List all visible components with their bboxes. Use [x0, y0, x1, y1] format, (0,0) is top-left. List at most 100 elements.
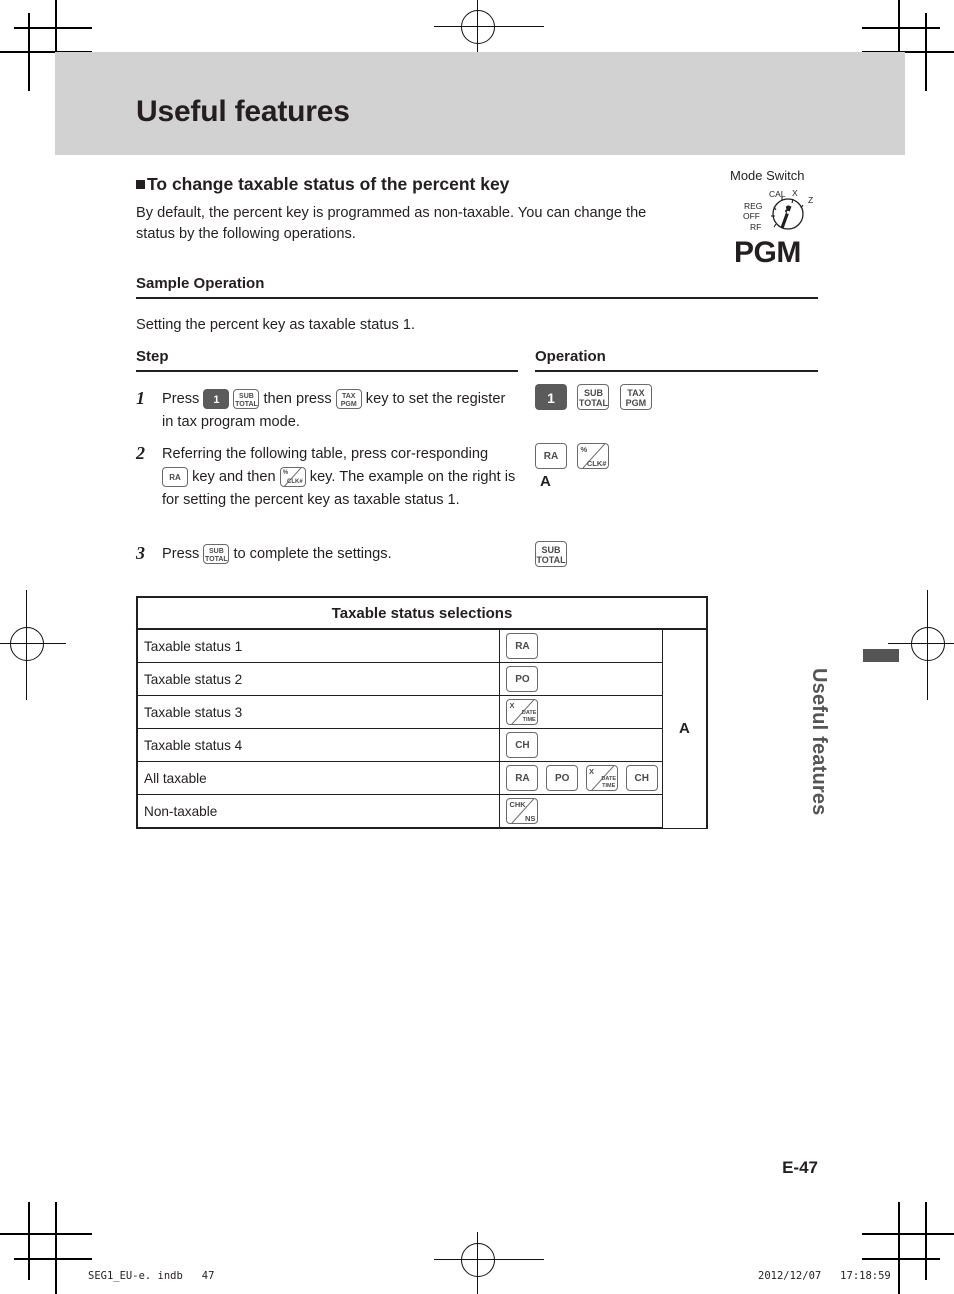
crop-mark-line: [55, 1202, 57, 1294]
crop-mark-line: [0, 1233, 92, 1235]
key-subtotal: SUB TOTAL: [535, 541, 567, 567]
crop-mark-line: [14, 1258, 92, 1260]
table-row: Taxable status 3 X DATE TIME: [136, 695, 707, 729]
row-label: Taxable status 3: [136, 695, 501, 729]
mode-position-cal: CAL: [769, 189, 786, 199]
step-text-part: then press: [263, 391, 332, 407]
registration-mark: [461, 1243, 495, 1277]
mode-switch-selected: PGM: [734, 236, 801, 269]
key-ch: CH: [625, 765, 658, 791]
bullet-square-icon: [136, 180, 145, 189]
step-text: Referring the following table, press cor…: [162, 443, 516, 512]
taxable-status-table: Taxable status selections Taxable status…: [136, 596, 708, 829]
key-po: PO: [546, 765, 579, 791]
key-ra: RA: [506, 765, 539, 791]
key-subtotal: SUB TOTAL: [577, 384, 610, 410]
divider: [535, 370, 818, 372]
crop-mark-line: [925, 1202, 927, 1280]
key-one: 1: [535, 384, 567, 410]
row-label: All taxable: [136, 761, 501, 795]
row-keys: PO: [499, 662, 663, 696]
step-text: Press 1 SUB TOTAL then press TAX PGM key t…: [162, 388, 516, 434]
mode-switch-diagram: Mode Switch CAL X Z REG OFF RF PGM: [712, 168, 848, 274]
row-label: Taxable status 1: [136, 628, 501, 663]
key-ra: RA: [506, 633, 539, 659]
key-tax-pgm: TAX PGM: [335, 389, 362, 410]
side-tab-label: Useful features: [808, 668, 830, 816]
crop-mark-line: [862, 27, 940, 29]
page-title: Useful features: [136, 95, 350, 128]
mode-position-z: Z: [808, 195, 814, 205]
crop-mark-line: [14, 27, 92, 29]
key-ch: CH: [506, 732, 539, 758]
table-header-cell: Taxable status selections: [136, 596, 708, 630]
row-keys: RA: [499, 628, 663, 663]
section-body-text: By default, the percent key is programme…: [136, 205, 647, 242]
row-keys: CH: [499, 728, 663, 762]
crop-mark-line: [898, 1202, 900, 1294]
column-header-operation: Operation: [535, 348, 606, 365]
crop-mark-line: [925, 13, 927, 91]
table-row: Taxable status 1 RA A: [136, 628, 708, 829]
sample-intro-text: Setting the percent key as taxable statu…: [136, 317, 416, 333]
table-header-row: Taxable status selections: [136, 596, 708, 630]
footer-file-info: SEG1_EU-e. indb 47: [88, 1270, 215, 1282]
crop-mark-line: [28, 1202, 30, 1280]
row-keys: RA PO X DATE TIME CH: [499, 761, 663, 795]
operation-step-3: SUB TOTAL: [535, 541, 567, 567]
registration-mark: [10, 627, 44, 661]
column-header-step: Step: [136, 348, 169, 365]
mode-position-reg: REG: [744, 201, 763, 211]
row-label: Taxable status 4: [136, 728, 501, 762]
key-subtotal: SUB TOTAL: [203, 544, 230, 565]
mode-position-x: X: [792, 188, 798, 198]
crop-mark-line: [862, 1258, 940, 1260]
key-percent-clk: % CLK#: [577, 443, 610, 469]
mode-position-rf: RF: [750, 222, 762, 232]
row-keys: CHK NS: [499, 794, 663, 829]
step-text-part: Press: [162, 391, 200, 407]
step-text-part: key and then: [192, 469, 276, 485]
page-number: E-47: [782, 1158, 818, 1177]
key-chk-ns: CHK NS: [506, 798, 539, 824]
key-x-date-time: X DATE TIME: [586, 765, 618, 791]
divider: [136, 297, 818, 299]
step-text-part: to complete the settings.: [233, 546, 392, 562]
table-row: Taxable status 2 PO: [136, 662, 707, 696]
section-heading-text: To change taxable status of the percent …: [147, 174, 510, 194]
row-label: Taxable status 2: [136, 662, 501, 696]
operation-step-1: 1 SUB TOTAL TAX PGM: [535, 384, 652, 410]
operation-step-2: RA % CLK# A: [535, 443, 610, 490]
row-keys: X DATE TIME: [499, 695, 663, 729]
key-percent-clk: % CLK#: [279, 467, 306, 488]
registration-mark: [461, 10, 495, 44]
crop-mark-line: [28, 13, 30, 91]
step-text-part: Referring the following table, press cor…: [162, 446, 489, 462]
step-number: 3: [136, 543, 145, 563]
row-label: Non-taxable: [136, 794, 501, 829]
footer-timestamp: 2012/12/07 17:18:59: [758, 1270, 891, 1282]
key-ra: RA: [535, 443, 567, 469]
key-x-date-time: X DATE TIME: [506, 699, 539, 725]
crop-mark-line: [862, 1233, 954, 1235]
sample-operation-heading: Sample Operation: [136, 275, 265, 292]
table-row: All taxable RA PO X DATE TIME CH: [136, 761, 707, 795]
key-tax-pgm: TAX PGM: [619, 384, 652, 410]
section-heading: To change taxable status of the percent …: [136, 174, 509, 195]
step-number: 2: [136, 443, 145, 463]
mode-position-off: OFF: [743, 211, 760, 221]
side-tab-bar: [863, 649, 899, 662]
table-row: Taxable status 4 CH: [136, 728, 707, 762]
table-a-column: A: [661, 629, 708, 829]
step-3: 3 Press SUB TOTAL to complete the setting…: [136, 543, 516, 566]
registration-mark: [911, 627, 945, 661]
table-row: Non-taxable CHK NS: [136, 794, 707, 829]
step-number: 1: [136, 388, 145, 408]
step-1: 1 Press 1 SUB TOTAL then press TAX PGM key…: [136, 388, 516, 434]
operation-marker-a: A: [540, 473, 551, 490]
key-ra: RA: [162, 467, 188, 488]
key-one: 1: [203, 389, 230, 410]
step-text: Press SUB TOTAL to complete the settings.: [162, 543, 516, 566]
key-subtotal: SUB TOTAL: [233, 389, 260, 410]
key-po: PO: [506, 666, 539, 692]
